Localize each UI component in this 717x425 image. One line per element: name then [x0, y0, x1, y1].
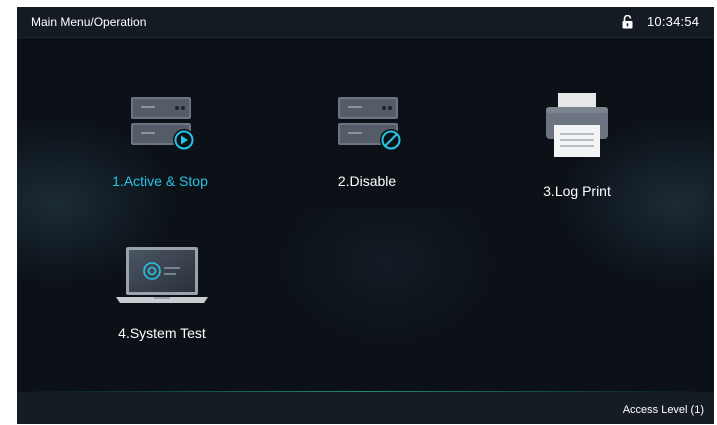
clock: 10:34:54 [647, 14, 700, 29]
footer-bar: Access Level (1) [17, 392, 714, 424]
server-disable-icon [338, 97, 402, 151]
menu-item-label: 4.System Test [118, 325, 206, 341]
access-level-label[interactable]: Access Level (1) [623, 404, 704, 416]
operation-screen: Main Menu/Operation 10:34:54 1.Active & … [17, 7, 714, 424]
laptop-test-icon [116, 247, 208, 303]
menu-item-active-stop[interactable]: 1.Active & Stop [95, 93, 225, 193]
unlocked-padlock-icon[interactable] [622, 15, 633, 29]
server-play-icon [131, 97, 195, 151]
menu-item-label: 2.Disable [337, 173, 397, 189]
page-title: Main Menu/Operation [31, 15, 147, 29]
printer-icon [546, 93, 608, 157]
menu-item-system-test[interactable]: 4.System Test [102, 243, 222, 349]
menu-item-disable[interactable]: 2.Disable [312, 93, 422, 193]
menu-item-log-print[interactable]: 3.Log Print [522, 91, 632, 201]
menu-item-label: 1.Active & Stop [112, 173, 208, 189]
header-bar: Main Menu/Operation 10:34:54 [17, 7, 714, 38]
menu-item-label: 3.Log Print [543, 183, 611, 199]
background-glow-center [277, 207, 497, 347]
